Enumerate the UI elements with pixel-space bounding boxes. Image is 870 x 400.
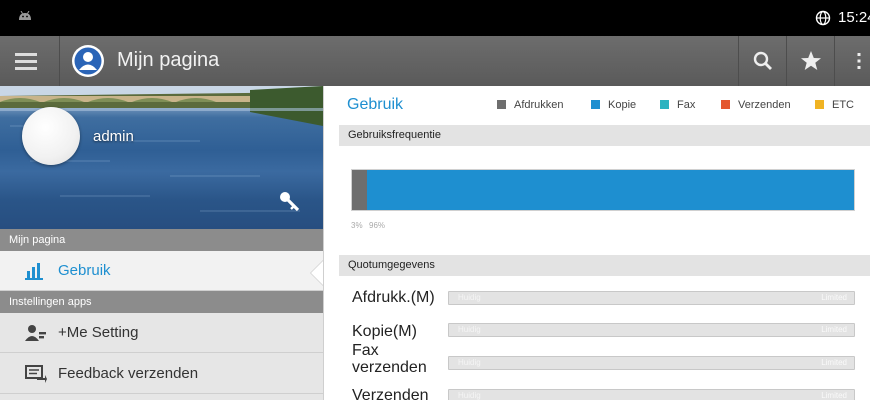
- usage-frequency-bar: [351, 169, 855, 211]
- feedback-icon: [25, 365, 47, 383]
- frequency-percent-afdrukken: 3%: [351, 221, 363, 230]
- search-icon: [753, 51, 772, 70]
- legend-item: Verzenden: [721, 99, 791, 111]
- frequency-percent-kopie: 96%: [369, 221, 386, 230]
- sidebar-item-label: Feedback verzenden: [58, 365, 199, 382]
- hamburger-icon: [15, 53, 37, 56]
- usage-title: Gebruik: [347, 96, 404, 113]
- status-bar: 15:24: [0, 0, 870, 36]
- more-vertical-icon: [857, 53, 861, 69]
- quota-bar: Huidig Limited: [448, 323, 855, 337]
- panel-divider: [323, 86, 324, 400]
- user-settings-icon: [25, 325, 46, 341]
- quota-bar: Huidig Limited: [448, 356, 855, 370]
- selection-pointer: [311, 261, 323, 285]
- search-button[interactable]: [738, 36, 786, 86]
- legend-item: ETC: [815, 99, 854, 111]
- frequency-header: Gebruiksfrequentie: [339, 125, 870, 146]
- legend-item: Afdrukken: [497, 99, 564, 111]
- quota-limit-label: Limited: [821, 358, 847, 367]
- globe-icon: [815, 10, 831, 26]
- sidebar-item-label: +Me Setting: [58, 324, 139, 341]
- usage-panel: Gebruik Afdrukken Kopie Fax Verzenden ET…: [323, 86, 870, 400]
- sidebar-item-gebruik[interactable]: Gebruik: [0, 251, 323, 291]
- quota-label: Afdrukk.(M): [352, 289, 435, 306]
- quota-bar: Huidig Limited: [448, 389, 855, 400]
- quota-limit-label: Limited: [821, 293, 847, 302]
- profile-banner: admin: [0, 86, 323, 229]
- frequency-segment-afdrukken: [352, 170, 367, 210]
- legend-swatch: [815, 100, 824, 109]
- android-icon: [19, 11, 31, 20]
- legend-label: Verzenden: [738, 99, 791, 111]
- frequency-segment-kopie: [367, 170, 854, 210]
- app-window: 15:24 Mijn pagina: [0, 0, 870, 400]
- legend-label: Fax: [677, 99, 696, 111]
- quota-label: Verzenden: [352, 387, 429, 400]
- quota-header: Quotumgegevens: [339, 255, 870, 276]
- quota-limit-label: Limited: [821, 391, 847, 400]
- sidebar-item-me-setting[interactable]: +Me Setting: [0, 313, 323, 353]
- key-icon[interactable]: [278, 190, 302, 214]
- favorite-button[interactable]: [786, 36, 834, 86]
- sidebar-item-label: Gebruik: [58, 262, 111, 279]
- star-icon: [801, 51, 821, 70]
- legend-item: Kopie: [591, 99, 636, 111]
- hamburger-icon-line: [15, 67, 37, 70]
- bar-chart-icon: [25, 263, 43, 280]
- quota-current-label: Huidig: [458, 325, 481, 334]
- quota-limit-label: Limited: [821, 325, 847, 334]
- quota-bar: Huidig Limited: [448, 291, 855, 305]
- legend-label: ETC: [832, 99, 854, 111]
- clock: 15:24: [838, 9, 870, 26]
- username: admin: [93, 128, 134, 145]
- menu-button[interactable]: [0, 36, 60, 86]
- sidebar-item-feedback[interactable]: Feedback verzenden: [0, 354, 323, 394]
- app-bar: Mijn pagina: [0, 36, 870, 86]
- quota-label: Kopie(M): [352, 323, 417, 340]
- quota-label: Fax verzenden: [352, 342, 427, 376]
- profile-picture[interactable]: [22, 107, 80, 165]
- legend-label: Afdrukken: [514, 99, 564, 111]
- section-header-instellingen-apps: Instellingen apps: [0, 291, 323, 313]
- legend-item: Fax: [660, 99, 695, 111]
- legend-swatch: [660, 100, 669, 109]
- quota-current-label: Huidig: [458, 293, 481, 302]
- legend-swatch: [591, 100, 600, 109]
- legend-swatch: [721, 100, 730, 109]
- page-title: Mijn pagina: [117, 49, 220, 71]
- section-header-mijn-pagina: Mijn pagina: [0, 229, 323, 251]
- user-avatar-icon: [72, 45, 104, 77]
- legend-label: Kopie: [608, 99, 637, 111]
- quota-current-label: Huidig: [458, 358, 481, 367]
- legend-swatch: [497, 100, 506, 109]
- quota-current-label: Huidig: [458, 391, 481, 400]
- overflow-menu-button[interactable]: [834, 36, 870, 86]
- sidebar: admin Mijn pagina Gebruik Instellingen a…: [0, 86, 323, 400]
- hamburger-icon-line: [15, 60, 37, 63]
